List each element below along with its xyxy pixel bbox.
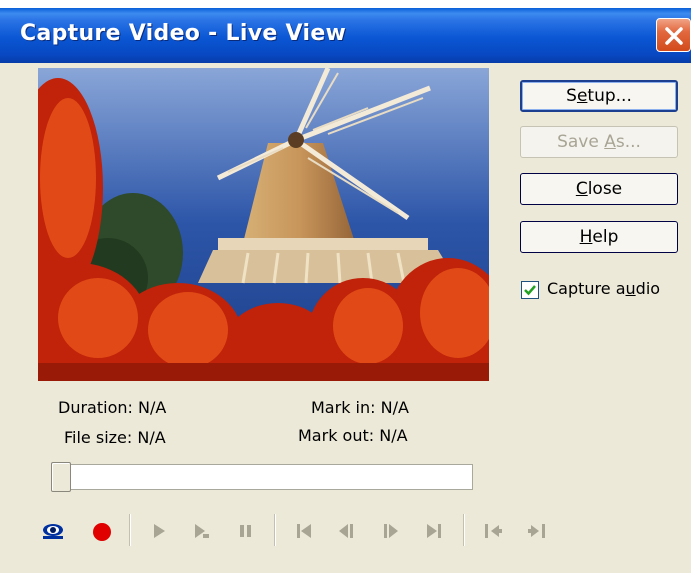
close-icon (665, 27, 683, 45)
mark-out-icon[interactable] (526, 520, 548, 542)
preview-eye-icon[interactable] (42, 520, 64, 542)
checkmark-icon (524, 285, 536, 296)
file-size-label: File size: N/A (64, 428, 166, 447)
window-title: Capture Video - Live View (20, 21, 347, 46)
close-window-button[interactable] (656, 18, 691, 52)
go-to-end-icon[interactable] (423, 520, 445, 542)
capture-audio-checkbox[interactable] (521, 281, 539, 299)
close-mnemonic: C (575, 179, 588, 199)
save-as-button[interactable]: Save As... (520, 126, 678, 158)
live-video-preview (38, 68, 489, 381)
close-button[interactable]: Close (520, 173, 678, 205)
mark-out-label: Mark out: N/A (298, 426, 408, 445)
help-button[interactable]: Help (520, 221, 678, 253)
toolbar-separator (274, 514, 276, 546)
position-slider[interactable] (51, 462, 473, 492)
help-mnemonic: H (579, 227, 593, 247)
setup-label-rest: tup... (587, 86, 632, 106)
save-as-label: Save (557, 132, 605, 152)
record-icon[interactable] (91, 520, 113, 542)
play-icon[interactable] (148, 520, 170, 542)
play-step-icon[interactable] (191, 520, 213, 542)
mark-in-label: Mark in: N/A (311, 398, 409, 417)
help-label: elp (592, 227, 619, 247)
toolbar-separator (463, 514, 465, 546)
save-as-label-rest: s... (615, 132, 641, 152)
title-bar[interactable]: Capture Video - Live View (0, 8, 691, 63)
step-forward-icon[interactable] (380, 520, 402, 542)
capture-audio-text: Capture a (547, 279, 626, 298)
save-as-mnemonic: A (604, 132, 616, 152)
mark-in-icon[interactable] (482, 520, 504, 542)
pause-icon[interactable] (235, 520, 257, 542)
setup-mnemonic: e (576, 86, 588, 106)
setup-label: S (566, 86, 577, 106)
slider-track[interactable] (63, 464, 473, 490)
capture-audio-label[interactable]: Capture audio (547, 279, 660, 298)
close-label: lose (587, 179, 623, 199)
capture-audio-text-rest: dio (635, 279, 661, 298)
go-to-start-icon[interactable] (293, 520, 315, 542)
duration-label: Duration: N/A (58, 398, 167, 417)
toolbar-separator (129, 514, 131, 546)
setup-button[interactable]: Setup... (520, 80, 678, 112)
step-back-icon[interactable] (336, 520, 358, 542)
slider-thumb[interactable] (51, 462, 71, 492)
capture-audio-mnemonic: u (625, 279, 636, 298)
